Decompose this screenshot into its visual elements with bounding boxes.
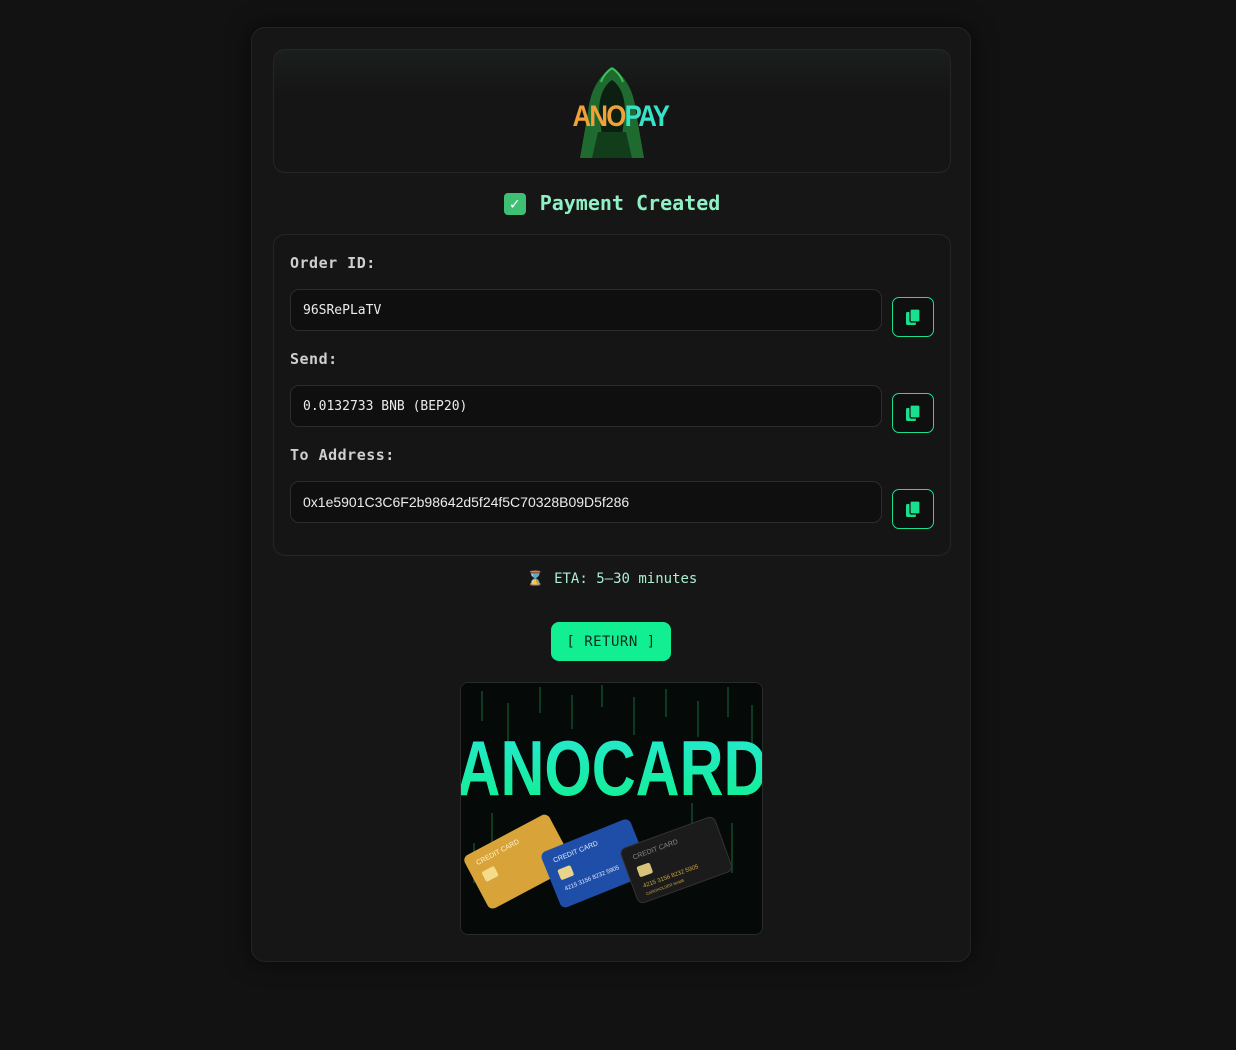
payment-details: Order ID: 96SRePLaTV Send: 0.0132733 BNB…	[273, 234, 951, 556]
anopay-logo: ANOPAY	[562, 66, 670, 158]
copy-icon	[906, 404, 921, 421]
page-title: ✓ Payment Created	[252, 191, 972, 215]
address-label: To Address:	[290, 446, 395, 464]
hourglass-icon: ⌛	[526, 571, 545, 587]
copy-amount-button[interactable]	[892, 393, 934, 433]
copy-icon	[906, 500, 921, 517]
eta-text: ⌛ ETA: 5–30 minutes	[526, 571, 698, 587]
logo-text: ANOPAY	[572, 100, 670, 133]
logo-header: ANOPAY	[273, 49, 951, 173]
return-button[interactable]: [ RETURN ]	[551, 622, 671, 661]
copy-icon	[906, 308, 921, 325]
copy-address-button[interactable]	[892, 489, 934, 529]
anocard-title: ANOCARD	[461, 725, 763, 812]
anocard-banner[interactable]: ANOCARD CREDIT CARD CREDIT CARD 4215 315…	[460, 682, 763, 935]
payment-card: ANOPAY ✓ Payment Created Order ID: 96SReP…	[251, 27, 971, 962]
send-amount-field[interactable]: 0.0132733 BNB (BEP20)	[290, 385, 882, 427]
check-icon: ✓	[503, 193, 526, 215]
anocard-promo-image: ANOCARD CREDIT CARD CREDIT CARD 4215 315…	[461, 683, 763, 934]
order-id-label: Order ID:	[290, 254, 376, 272]
order-id-field[interactable]: 96SRePLaTV	[290, 289, 882, 331]
send-label: Send:	[290, 350, 338, 368]
copy-order-id-button[interactable]	[892, 297, 934, 337]
address-field[interactable]: 0x1e5901C3C6F2b98642d5f24f5C70328B09D5f2…	[290, 481, 882, 523]
